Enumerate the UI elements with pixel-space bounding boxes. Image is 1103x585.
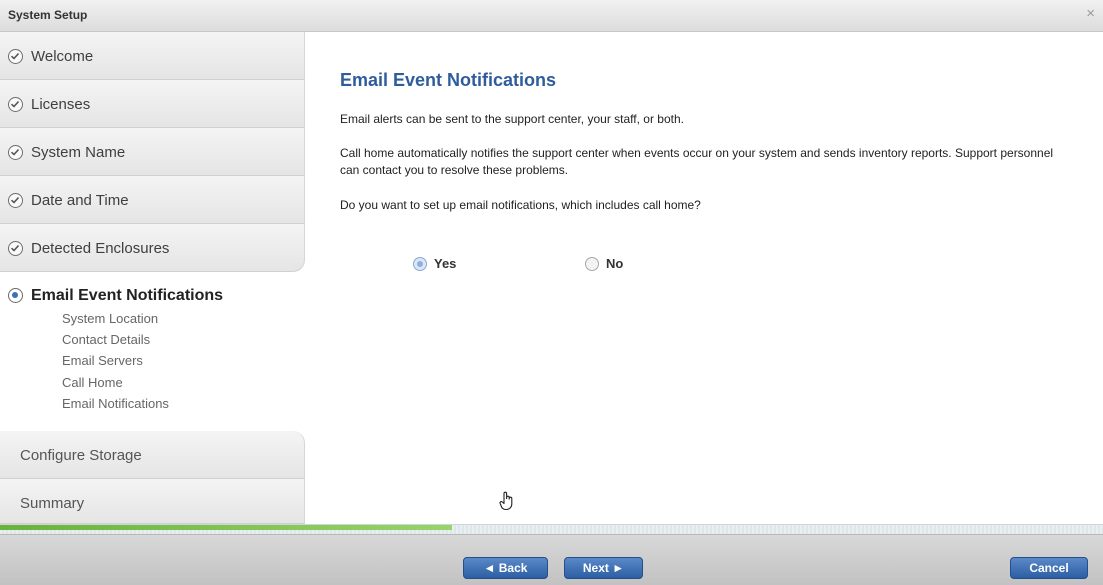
sidebar-step-detected-enclosures[interactable]: Detected Enclosures (0, 224, 305, 272)
sidebar-step-configure-storage[interactable]: Configure Storage (0, 431, 305, 479)
substep-item: Email Notifications (62, 396, 169, 411)
current-step-icon (8, 288, 23, 303)
close-icon[interactable]: × (1086, 6, 1095, 22)
sidebar-step-summary[interactable]: Summary (0, 479, 305, 524)
check-circle-icon (8, 97, 23, 112)
check-circle-icon (8, 49, 23, 64)
question-text: Do you want to set up email notification… (340, 198, 701, 212)
radio-yes-label: Yes (434, 256, 457, 271)
sidebar-step-label: Detected Enclosures (31, 240, 170, 257)
substep-item: Contact Details (62, 332, 151, 347)
active-step-label: Email Event Notifications (31, 287, 224, 304)
substep-item: Email Servers (62, 353, 143, 368)
window-title: System Setup (8, 8, 88, 22)
cancel-button[interactable]: Cancel (1010, 557, 1088, 579)
substep-item: System Location (62, 311, 159, 326)
next-button[interactable]: Next ► (564, 557, 643, 579)
intro-paragraph: Email alerts can be sent to the support … (340, 112, 684, 126)
sidebar-step-label: System Name (31, 144, 126, 161)
sidebar-step-date-and-time[interactable]: Date and Time (0, 176, 305, 224)
sidebar-step-system-name[interactable]: System Name (0, 128, 305, 176)
check-circle-icon (8, 145, 23, 160)
hand-pointer-icon (499, 491, 515, 516)
page-title: Email Event Notifications (340, 70, 557, 90)
substep-item: Call Home (62, 375, 123, 390)
call-home-paragraph: Call home automatically notifies the sup… (340, 146, 1054, 177)
back-button[interactable]: ◄ Back (463, 557, 548, 579)
sidebar-step-licenses[interactable]: Licenses (0, 80, 305, 128)
radio-selected-icon (413, 257, 427, 271)
sidebar-step-label: Welcome (31, 48, 94, 65)
title-bar: System Setup × (0, 0, 1103, 32)
check-circle-icon (8, 193, 23, 208)
sidebar-step-welcome[interactable]: Welcome (0, 32, 305, 80)
radio-no-label: No (606, 256, 624, 271)
check-circle-icon (8, 241, 23, 256)
sidebar-step-label: Summary (20, 495, 85, 512)
sidebar-step-label: Licenses (31, 96, 91, 113)
wizard-sidebar: Welcome Licenses System Name Date and Ti… (0, 32, 305, 524)
sidebar-step-email-event-notifications[interactable]: Email Event Notifications System Locatio… (0, 272, 305, 430)
sidebar-step-label: Configure Storage (20, 447, 142, 464)
wizard-footer: ◄ Back Next ► Cancel (0, 534, 1103, 585)
radio-unselected-icon (585, 257, 599, 271)
progress-fill (0, 525, 453, 530)
sidebar-step-label: Date and Time (31, 192, 129, 209)
wizard-progress-bar (0, 524, 1103, 534)
